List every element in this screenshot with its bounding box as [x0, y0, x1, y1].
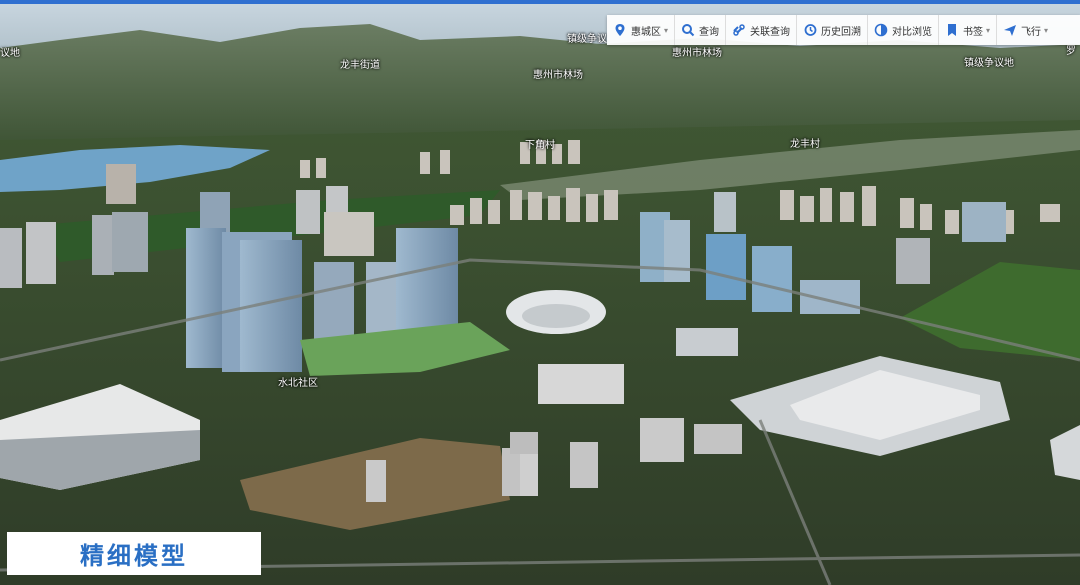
search-label: 查询 — [699, 26, 720, 38]
map-label: 龙丰村 — [790, 139, 820, 150]
search-icon — [682, 24, 695, 37]
map-toolbar: 惠城区 ▾ 查询 关联查询 历史回溯 对比浏览 书签 ▾ 飞行 ▾ — [607, 15, 1080, 45]
region-label: 惠城区 — [631, 26, 661, 38]
plane-icon — [1004, 25, 1017, 36]
map-label: 镇级争议 — [567, 34, 607, 45]
map-label: 惠州市林场 — [672, 48, 722, 59]
link-search-button[interactable]: 关联查询 — [726, 15, 798, 45]
map-label: 议地 — [0, 48, 20, 59]
chevron-down-icon: ▾ — [986, 25, 991, 35]
map-label: 水北社区 — [278, 378, 318, 389]
compare-label: 对比浏览 — [892, 26, 933, 38]
caption-box: 精细模型 — [7, 532, 261, 575]
history-icon — [804, 24, 817, 36]
map-label: 镇级争议地 — [964, 58, 1014, 69]
3d-city-scene[interactable] — [0, 0, 1080, 585]
compare-button[interactable]: 对比浏览 — [868, 15, 940, 45]
map-label: 惠州市林场 — [533, 70, 583, 81]
location-pin-icon — [615, 24, 625, 36]
top-accent-bar — [0, 0, 1080, 4]
chevron-down-icon: ▾ — [664, 25, 669, 35]
caption-text: 精细模型 — [80, 542, 188, 570]
map-label: 下角村 — [525, 140, 555, 151]
round-building — [676, 328, 738, 356]
history-button[interactable]: 历史回溯 — [797, 15, 869, 45]
complex-building — [538, 364, 624, 404]
fly-button[interactable]: 飞行 ▾ — [997, 15, 1054, 45]
compare-icon — [874, 23, 888, 37]
bookmark-icon — [948, 24, 957, 36]
fly-label: 飞行 — [1021, 26, 1042, 38]
link-search-label: 关联查询 — [750, 26, 791, 38]
bookmark-label: 书签 — [963, 26, 984, 38]
chevron-down-icon: ▾ — [1044, 25, 1049, 35]
search-button[interactable]: 查询 — [675, 15, 727, 45]
link-search-icon — [733, 24, 745, 36]
bookmark-button[interactable]: 书签 ▾ — [939, 15, 998, 45]
region-select[interactable]: 惠城区 ▾ — [607, 15, 676, 45]
map-label: 龙丰街道 — [340, 60, 380, 71]
history-label: 历史回溯 — [821, 26, 862, 38]
